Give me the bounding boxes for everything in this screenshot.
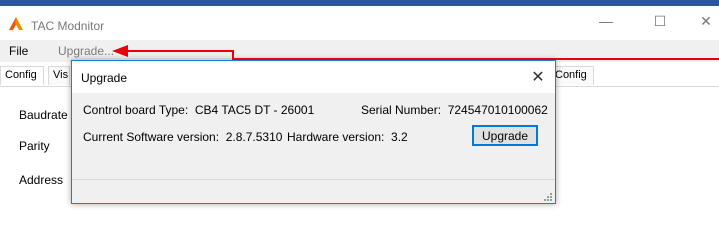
software-version-info: Current Software version: 2.8.7.5310 [83,130,282,144]
dialog-close-button[interactable]: ✕ [525,65,551,89]
upgrade-dialog: Upgrade ✕ Control board Type: CB4 TAC5 D… [71,60,556,204]
maximize-button[interactable]: ☐ [638,6,682,36]
upgrade-button[interactable]: Upgrade [472,125,538,146]
menu-bar: File Upgrade... [0,40,719,62]
hardware-version-info: Hardware version: 3.2 [287,130,408,144]
address-label: Address [19,173,64,187]
resize-grip-icon[interactable] [542,191,552,201]
menu-upgrade[interactable]: Upgrade... [58,44,114,58]
menu-file[interactable]: File [9,44,28,58]
close-button[interactable]: ✕ [684,6,719,36]
hardware-version-value: 3.2 [391,130,408,144]
minimize-button[interactable]: — [584,6,628,36]
parity-label: Parity [19,139,50,153]
dialog-titlebar: Upgrade ✕ [72,61,555,93]
window-title: TAC Modnitor [31,19,105,33]
hardware-version-label: Hardware version: [287,130,385,144]
board-type-value: CB4 TAC5 DT - 26001 [194,103,315,117]
board-type-label: Control board Type: [83,103,189,117]
tab-vis[interactable]: Vis [48,66,70,85]
dialog-title: Upgrade [81,71,128,85]
serial-number-info: Serial Number: 724547010100062 [361,103,548,117]
dialog-status-bar [72,179,555,204]
serial-number-value: 724547010100062 [447,103,548,117]
board-type-info: Control board Type: CB4 TAC5 DT - 26001 [83,103,314,117]
tac-logo-icon [9,17,23,30]
tab-config[interactable]: Config [0,66,44,85]
software-version-value: 2.8.7.5310 [225,130,283,144]
serial-number-label: Serial Number: [361,103,442,117]
tab-config-secondary[interactable]: Config [550,66,594,85]
software-version-label: Current Software version: [83,130,220,144]
baudrate-label: Baudrate [19,108,68,122]
